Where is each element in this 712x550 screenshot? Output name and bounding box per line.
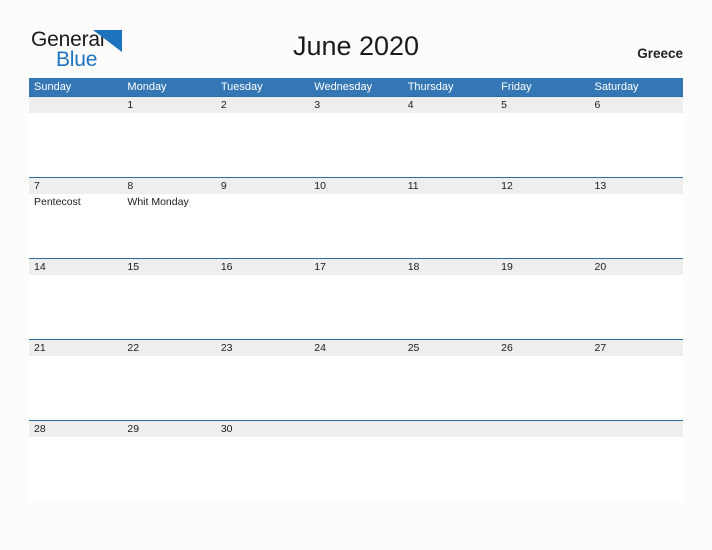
day-cell[interactable]: 17 xyxy=(309,259,402,339)
day-number: 10 xyxy=(314,180,326,192)
calendar-page: General Blue June 2020 Greece Sunday Mon… xyxy=(0,0,712,550)
weekday-header-friday: Friday xyxy=(501,81,532,93)
day-cell[interactable]: 21 xyxy=(29,340,122,420)
day-number: 25 xyxy=(407,342,420,354)
calendar-week-row: 1 2 3 4 5 6 xyxy=(29,96,683,177)
day-number: 20 xyxy=(594,261,607,273)
day-number: 2 xyxy=(220,99,227,111)
page-title: June 2020 xyxy=(292,31,420,61)
day-cell[interactable]: 30 xyxy=(216,421,309,501)
day-number: 29 xyxy=(127,423,140,435)
day-number: 1 xyxy=(127,99,134,111)
day-number: 4 xyxy=(407,99,414,111)
day-cell[interactable]: 16 xyxy=(216,259,309,339)
page-header: General Blue June 2020 Greece xyxy=(0,0,712,78)
day-cell[interactable] xyxy=(403,421,496,501)
day-number: 28 xyxy=(34,423,46,435)
day-cell[interactable]: 11 xyxy=(403,178,496,258)
day-cell[interactable]: 5 xyxy=(496,97,589,177)
day-number: 3 xyxy=(314,99,321,111)
day-number: 24 xyxy=(314,342,326,354)
calendar-week-row: 7 Pentecost 8 Whit Monday 9 10 11 12 13 xyxy=(29,177,683,258)
weekday-header-sunday: Sunday xyxy=(34,81,72,93)
weekday-header-tuesday: Tuesday xyxy=(220,81,263,93)
day-number: 19 xyxy=(501,261,513,273)
day-cell[interactable]: 13 xyxy=(590,178,683,258)
day-number: 26 xyxy=(501,342,513,354)
day-number: 21 xyxy=(34,342,46,354)
day-number: 5 xyxy=(501,99,507,111)
day-number: 27 xyxy=(594,342,607,354)
day-number: 8 xyxy=(127,180,134,192)
day-cell[interactable]: 7 Pentecost xyxy=(29,178,122,258)
day-number: 6 xyxy=(594,99,601,111)
day-cell[interactable]: 3 xyxy=(309,97,402,177)
day-cell[interactable]: 9 xyxy=(216,178,309,258)
calendar-week-row: 21 22 23 24 25 26 27 xyxy=(29,339,683,420)
day-number: 18 xyxy=(407,261,420,273)
day-number: 9 xyxy=(220,180,227,192)
day-cell[interactable]: 1 xyxy=(122,97,215,177)
day-number: 17 xyxy=(314,261,326,273)
weekday-header-monday: Monday xyxy=(127,81,167,93)
country-label: Greece xyxy=(637,46,683,61)
day-cell[interactable]: 26 xyxy=(496,340,589,420)
day-number: 13 xyxy=(594,180,607,192)
day-cell[interactable]: 15 xyxy=(122,259,215,339)
day-number: 16 xyxy=(220,261,233,273)
day-cell[interactable] xyxy=(496,421,589,501)
calendar-grid: Sunday Monday Tuesday Wednesday Thursday… xyxy=(29,78,683,502)
day-event: Whit Monday xyxy=(127,196,189,208)
day-cell[interactable]: 24 xyxy=(309,340,402,420)
day-cell[interactable]: 4 xyxy=(403,97,496,177)
weekday-header-row: Sunday Monday Tuesday Wednesday Thursday… xyxy=(29,78,683,96)
day-cell[interactable] xyxy=(309,421,402,501)
day-number: 23 xyxy=(220,342,233,354)
day-number: 22 xyxy=(127,342,140,354)
day-cell[interactable]: 28 xyxy=(29,421,122,501)
day-event: Pentecost xyxy=(34,196,81,208)
day-cell[interactable]: 6 xyxy=(590,97,683,177)
day-number: 14 xyxy=(34,261,46,273)
day-cell[interactable]: 22 xyxy=(122,340,215,420)
calendar-week-row: 28 29 30 xyxy=(29,420,683,501)
day-number: 11 xyxy=(407,180,419,192)
day-number: 15 xyxy=(127,261,140,273)
weekday-header-saturday: Saturday xyxy=(594,81,639,93)
day-cell[interactable]: 8 Whit Monday xyxy=(122,178,215,258)
weekday-header-thursday: Thursday xyxy=(407,81,454,93)
day-cell[interactable]: 14 xyxy=(29,259,122,339)
day-cell[interactable]: 19 xyxy=(496,259,589,339)
day-cell[interactable]: 25 xyxy=(403,340,496,420)
day-cell[interactable]: 27 xyxy=(590,340,683,420)
day-cell[interactable]: 20 xyxy=(590,259,683,339)
day-cell[interactable]: 18 xyxy=(403,259,496,339)
day-cell[interactable] xyxy=(29,97,122,177)
day-number: 7 xyxy=(34,180,40,192)
day-number: 12 xyxy=(501,180,513,192)
day-cell[interactable]: 29 xyxy=(122,421,215,501)
day-cell[interactable]: 23 xyxy=(216,340,309,420)
day-cell[interactable]: 12 xyxy=(496,178,589,258)
day-number: 30 xyxy=(220,423,233,435)
day-cell[interactable]: 2 xyxy=(216,97,309,177)
calendar-bottom-edge xyxy=(29,501,683,502)
day-cell[interactable]: 10 xyxy=(309,178,402,258)
calendar-week-row: 14 15 16 17 18 19 20 xyxy=(29,258,683,339)
day-cell[interactable] xyxy=(590,421,683,501)
weekday-header-wednesday: Wednesday xyxy=(314,81,373,93)
